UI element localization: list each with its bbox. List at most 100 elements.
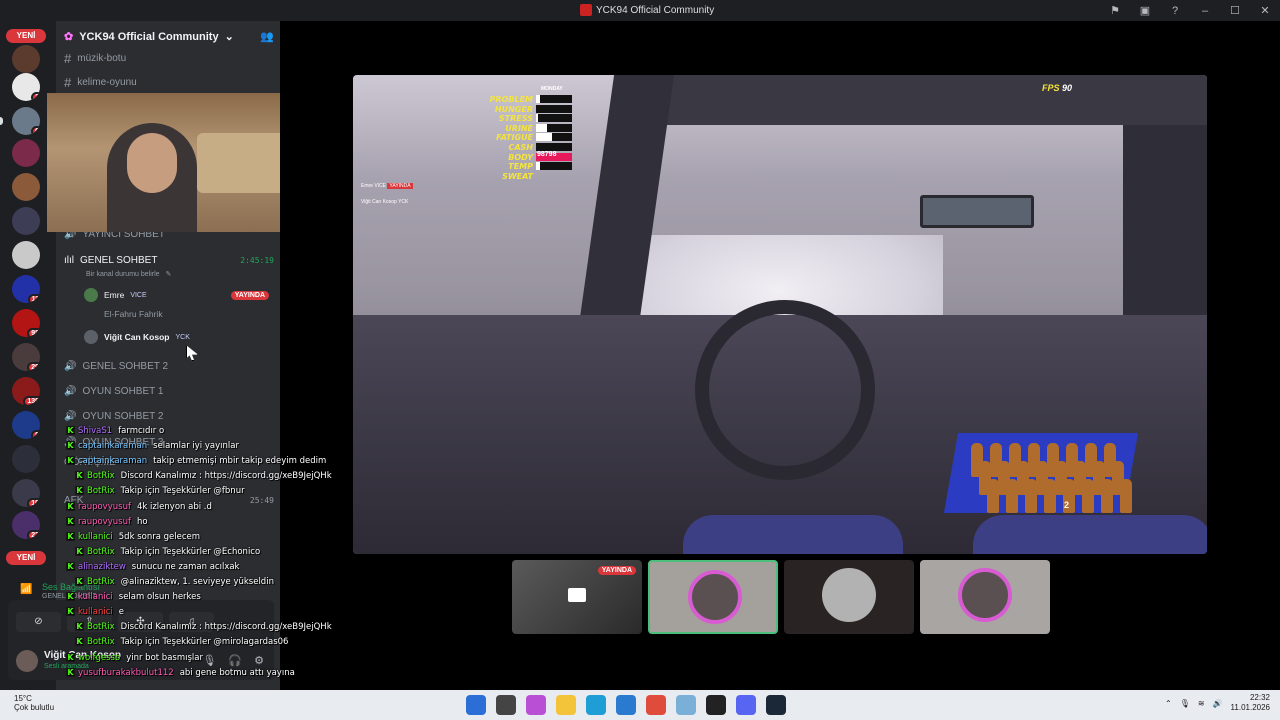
settings-app-icon[interactable] xyxy=(676,695,696,715)
chat-username[interactable]: BotRix xyxy=(87,547,115,557)
app-icon[interactable] xyxy=(706,695,726,715)
avatar[interactable] xyxy=(16,650,38,672)
chat-username[interactable]: kullanici xyxy=(78,532,113,542)
chat-username[interactable]: raupovyusuf xyxy=(78,502,131,512)
file-explorer-icon[interactable] xyxy=(556,695,576,715)
speaker-icon: 🔊 xyxy=(64,361,77,372)
task-view-icon[interactable] xyxy=(496,695,516,715)
hud-bar-fill xyxy=(536,133,553,142)
voice-channel-genel-2[interactable]: 🔊 GENEL SOHBET 2 xyxy=(64,361,274,372)
chrome-icon[interactable] xyxy=(646,695,666,715)
clock[interactable]: 22:32 11.01.2026 xyxy=(1231,693,1270,713)
chat-message: Kcaptainkaraman takip etmemişi mbir takip… xyxy=(66,456,326,466)
server-icon[interactable] xyxy=(12,45,40,73)
help-icon[interactable]: ? xyxy=(1160,5,1190,17)
window-title: YCK94 Official Community xyxy=(580,4,714,16)
chat-username[interactable]: yusufburakakbulut112 xyxy=(78,668,174,678)
close-button[interactable]: ✕ xyxy=(1250,4,1280,17)
edge-icon[interactable] xyxy=(586,695,606,715)
chat-username[interactable]: BotRix xyxy=(87,577,115,587)
title-bar-controls: ⚑ ▣ ? – ☐ ✕ xyxy=(1100,0,1280,21)
server-icon[interactable]: 8 xyxy=(12,411,40,439)
voice-channel-oyun-1[interactable]: 🔊 OYUN SOHBET 1 xyxy=(64,386,274,397)
kick-badge-icon: K xyxy=(66,441,75,451)
chat-username[interactable]: BotRix xyxy=(87,471,115,481)
chat-text: abi gene botmu attı yayına xyxy=(179,667,295,678)
kick-badge-icon: K xyxy=(75,577,84,586)
chat-username[interactable]: wolfgesso xyxy=(78,653,120,663)
beer-bottle xyxy=(1120,479,1132,513)
voice-channel-genel[interactable]: ılıl GENEL SOHBET 2:45:19 xyxy=(64,255,274,266)
chat-username[interactable]: kullanici xyxy=(78,607,113,617)
beer-bottle xyxy=(987,479,999,513)
server-icon[interactable]: 11 xyxy=(12,275,40,303)
inbox-icon[interactable]: ⚑ xyxy=(1100,4,1130,17)
thumbnail-user[interactable] xyxy=(648,560,778,634)
chat-username[interactable]: captainkaraman xyxy=(78,456,147,466)
server-icon[interactable]: 22 xyxy=(12,511,40,539)
thumbnail-stream[interactable]: YAYINDA xyxy=(512,560,642,634)
headphones-icon[interactable]: 🎧 xyxy=(228,654,242,667)
copilot-icon[interactable] xyxy=(526,695,546,715)
thumbnail-user[interactable] xyxy=(920,560,1050,634)
minimize-button[interactable]: – xyxy=(1190,5,1220,17)
server-icon[interactable]: 6 xyxy=(12,107,40,135)
chat-username[interactable]: raupovyusuf xyxy=(78,517,131,527)
server-icon[interactable] xyxy=(12,139,40,167)
hud-bar xyxy=(536,114,572,123)
camera-off-button[interactable]: ⊘ xyxy=(16,612,61,632)
start-icon[interactable] xyxy=(466,695,486,715)
channel-kelime-oyunu[interactable]: # kelime-oyunu xyxy=(64,75,137,90)
voice-user[interactable]: Viğit Can Kosop YCK xyxy=(84,330,269,344)
server-icon[interactable] xyxy=(12,241,40,269)
screen-icon[interactable]: ▣ xyxy=(1130,4,1160,17)
chat-username[interactable]: captainkaraman xyxy=(78,441,147,451)
settings-gear-icon[interactable]: ⚙ xyxy=(254,654,264,667)
server-icon[interactable] xyxy=(12,445,40,473)
steam-icon[interactable] xyxy=(766,695,786,715)
microphone-icon[interactable]: 🎙 xyxy=(202,654,216,667)
server-icon[interactable]: 98 xyxy=(12,309,40,337)
stream-video[interactable]: MONDAY PROBLEM HUNGER STRESS URINE FATIG… xyxy=(353,75,1207,554)
discord-icon[interactable] xyxy=(736,695,756,715)
server-icon[interactable]: 29 xyxy=(12,343,40,371)
kick-badge-icon: K xyxy=(66,531,75,541)
channel-muzik-botu[interactable]: # müzik-botu xyxy=(64,51,126,66)
voice-user[interactable]: Emre VICE YAYINDA xyxy=(84,288,269,302)
seat-right xyxy=(973,515,1207,554)
channel-status[interactable]: Bir kanal durumu belirle ✎ xyxy=(86,270,171,279)
volume-icon[interactable]: 🔊 xyxy=(1213,699,1223,708)
chat-message: K BotRix Discord Kanalımız : https://disco… xyxy=(75,622,332,632)
voice-user[interactable]: El-Fahru Fahrik xyxy=(84,309,269,319)
microphone-icon[interactable]: 🎙 xyxy=(1180,699,1190,708)
webcam-tile[interactable] xyxy=(47,93,295,232)
outlook-icon[interactable] xyxy=(616,695,636,715)
chevron-up-icon[interactable]: ⌃ xyxy=(1165,699,1172,708)
chat-message: Kraupovyusuf 4k izlenyon abi .d xyxy=(66,501,212,512)
server-icon[interactable]: 139 xyxy=(12,377,40,405)
server-icon[interactable]: 10 xyxy=(12,479,40,507)
server-icon[interactable] xyxy=(12,207,40,235)
maximize-button[interactable]: ☐ xyxy=(1220,4,1250,17)
chat-message: Kraupovyusuf ho xyxy=(66,516,148,527)
chat-message: K BotRix Takip için Teşekkürler @mirolagar… xyxy=(75,637,288,647)
weather-widget[interactable]: 15°C Çok bulutlu xyxy=(14,694,54,712)
wifi-icon[interactable]: ≋ xyxy=(1198,699,1205,708)
chat-username[interactable]: kullanici xyxy=(78,592,113,602)
chat-text: takip etmemişi mbir takip edeyim dedim xyxy=(153,456,327,467)
chat-username[interactable]: ShivaS1 xyxy=(78,426,112,436)
chat-text: yinr bot basmışlar xyxy=(126,652,203,663)
chat-text: Takip için Teşekkürler @mirolagardas06 xyxy=(120,637,289,648)
server-icon[interactable] xyxy=(12,173,40,201)
chat-username[interactable]: BotRix xyxy=(87,622,115,632)
voice-channel-oyun-2[interactable]: 🔊 OYUN SOHBET 2 xyxy=(64,411,274,422)
voice-activity-icon: ılıl xyxy=(64,255,74,266)
chat-username[interactable]: BotRix xyxy=(87,637,115,647)
server-icon[interactable]: 2 xyxy=(12,73,40,101)
kick-badge-icon: K xyxy=(66,667,75,677)
thumbnail-user[interactable] xyxy=(784,560,914,634)
chat-username[interactable]: alinaziktew xyxy=(78,562,126,572)
chat-username[interactable]: BotRix xyxy=(87,486,115,496)
invite-icon[interactable]: 👥 xyxy=(260,30,274,43)
guild-header[interactable]: ✿ YCK94 Official Community ⌄ 👥 xyxy=(64,30,274,44)
